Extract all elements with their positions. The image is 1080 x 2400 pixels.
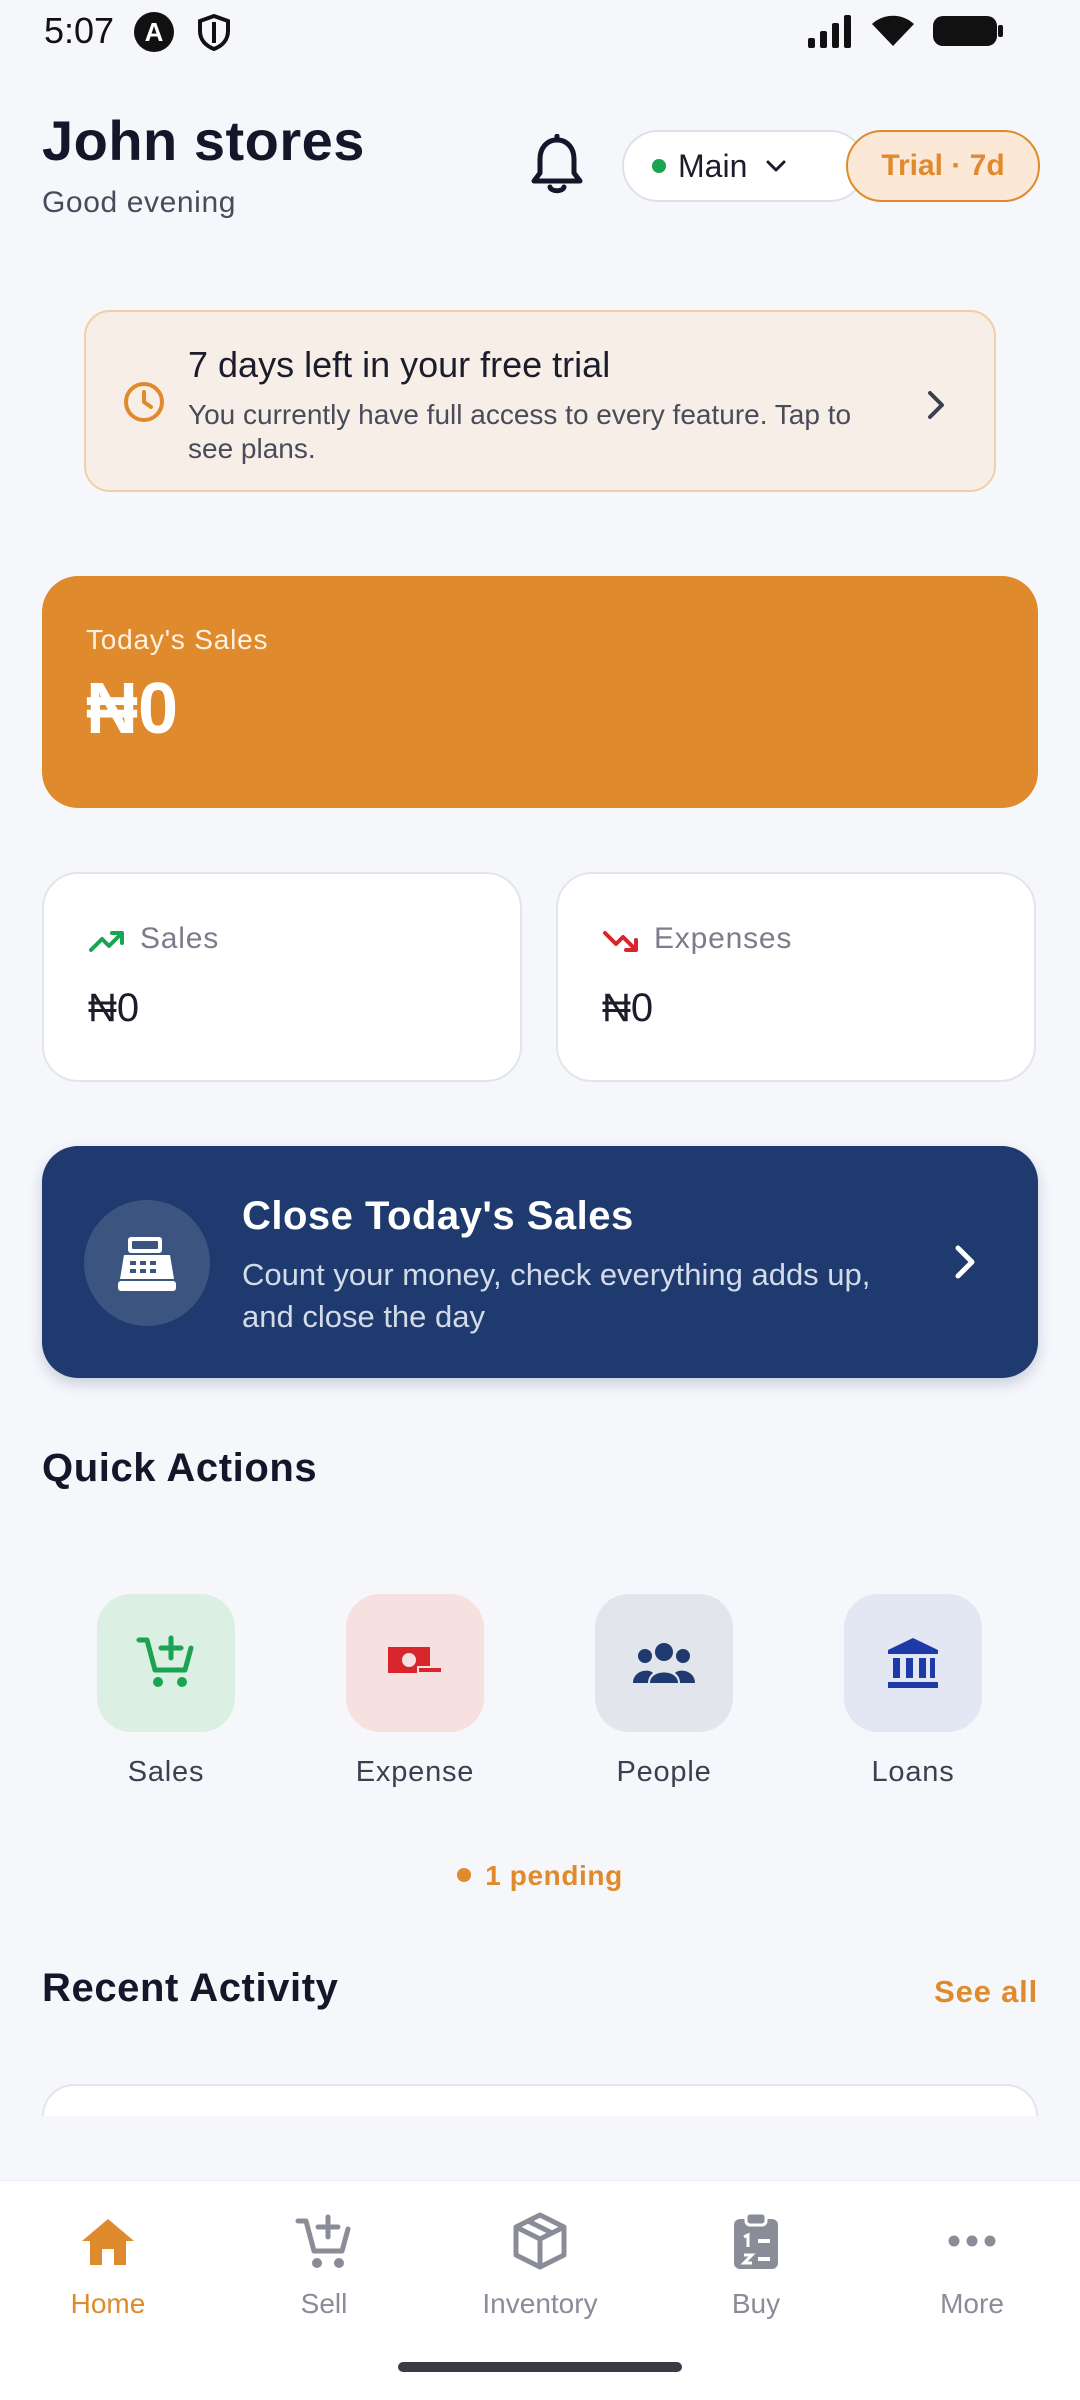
bank-icon bbox=[844, 1594, 982, 1732]
recent-activity-card[interactable] bbox=[42, 2084, 1038, 2116]
sales-stat-label: Sales bbox=[140, 922, 220, 955]
expenses-stat-label: Expenses bbox=[654, 922, 793, 955]
nav-label: Sell bbox=[300, 2288, 348, 2319]
pending-indicator[interactable]: 1 pending bbox=[0, 1860, 1080, 1892]
nav-home[interactable]: Home bbox=[0, 2211, 216, 2320]
trial-banner-description: You currently have full access to every … bbox=[188, 399, 852, 464]
quick-action-expense[interactable]: Expense bbox=[325, 1594, 505, 1789]
clipboard-icon bbox=[734, 2211, 778, 2269]
todays-sales-value: ₦0 bbox=[86, 669, 179, 749]
bell-icon[interactable] bbox=[528, 134, 586, 198]
nav-inventory[interactable]: Inventory bbox=[432, 2211, 648, 2320]
see-all-link[interactable]: See all bbox=[934, 1974, 1038, 2010]
app-notification-icon: A bbox=[134, 12, 174, 52]
nav-label: Inventory bbox=[482, 2288, 598, 2319]
nav-label: More bbox=[940, 2288, 1004, 2319]
greeting-text: Good evening bbox=[42, 186, 237, 219]
status-time: 5:07 bbox=[44, 10, 115, 51]
trending-up-icon bbox=[89, 931, 124, 952]
cellular-signal-icon bbox=[808, 15, 851, 48]
box-icon bbox=[513, 2212, 567, 2270]
pending-dot bbox=[457, 1867, 472, 1882]
quick-action-label: Loans bbox=[871, 1756, 955, 1788]
home-indicator[interactable] bbox=[398, 2362, 682, 2372]
todays-sales-label: Today's Sales bbox=[86, 624, 269, 655]
trial-banner[interactable]: 7 days left in your free trial You curre… bbox=[84, 310, 996, 492]
notification-badge-letter: A bbox=[144, 16, 164, 47]
todays-sales-card[interactable]: Today's Sales ₦0 bbox=[42, 576, 1038, 808]
nav-more[interactable]: More bbox=[864, 2211, 1080, 2320]
battery-icon bbox=[933, 16, 1003, 46]
quick-action-label: Expense bbox=[355, 1756, 475, 1788]
shield-icon bbox=[198, 13, 230, 52]
recent-activity-title: Recent Activity bbox=[42, 1966, 339, 2010]
home-icon bbox=[82, 2219, 134, 2265]
trending-down-icon bbox=[603, 931, 638, 952]
branch-status-dot bbox=[652, 159, 666, 173]
quick-action-label: Sales bbox=[127, 1756, 205, 1788]
trial-banner-title: 7 days left in your free trial bbox=[188, 344, 611, 385]
chevron-right-icon bbox=[928, 391, 944, 419]
quick-action-loans[interactable]: Loans bbox=[823, 1594, 1003, 1789]
nav-sell[interactable]: Sell bbox=[216, 2211, 432, 2320]
pending-text: 1 pending bbox=[485, 1860, 623, 1891]
status-right-icons bbox=[806, 14, 1004, 48]
store-name: John stores bbox=[42, 109, 365, 172]
trial-badge[interactable]: Trial · 7d bbox=[846, 130, 1040, 202]
header: John stores Good evening Main Trial · 7d bbox=[42, 108, 1042, 228]
status-bar: 5:07 A bbox=[0, 0, 1080, 62]
people-icon bbox=[595, 1594, 733, 1732]
close-sales-description: Count your money, check everything adds … bbox=[242, 1257, 871, 1334]
more-dots-icon bbox=[948, 2235, 996, 2247]
expenses-stat-value: ₦0 bbox=[602, 986, 654, 1030]
wifi-icon bbox=[872, 15, 914, 46]
quick-actions-title: Quick Actions bbox=[42, 1446, 318, 1490]
nav-label: Home bbox=[70, 2288, 146, 2319]
cart-add-icon bbox=[295, 2214, 351, 2268]
cash-register-icon bbox=[84, 1200, 210, 1326]
branch-name: Main bbox=[678, 147, 748, 184]
nav-buy[interactable]: Buy bbox=[648, 2211, 864, 2320]
chevron-right-icon bbox=[955, 1245, 975, 1279]
branch-selector[interactable]: Main bbox=[622, 130, 866, 202]
quick-action-label: People bbox=[616, 1756, 712, 1788]
quick-action-sales[interactable]: Sales bbox=[76, 1594, 256, 1789]
chevron-down-icon bbox=[766, 160, 786, 172]
clock-icon bbox=[124, 382, 164, 422]
money-minus-icon bbox=[346, 1594, 484, 1732]
nav-label: Buy bbox=[731, 2288, 781, 2319]
quick-action-people[interactable]: People bbox=[574, 1594, 754, 1789]
status-left-icons: A bbox=[134, 12, 234, 52]
cart-add-icon bbox=[97, 1594, 235, 1732]
expenses-stat-card[interactable]: Expenses ₦0 bbox=[556, 872, 1036, 1082]
sales-stat-value: ₦0 bbox=[88, 986, 140, 1030]
sales-stat-card[interactable]: Sales ₦0 bbox=[42, 872, 522, 1082]
close-sales-title: Close Today's Sales bbox=[242, 1194, 634, 1238]
close-todays-sales-card[interactable]: Close Today's Sales Count your money, ch… bbox=[42, 1146, 1038, 1378]
